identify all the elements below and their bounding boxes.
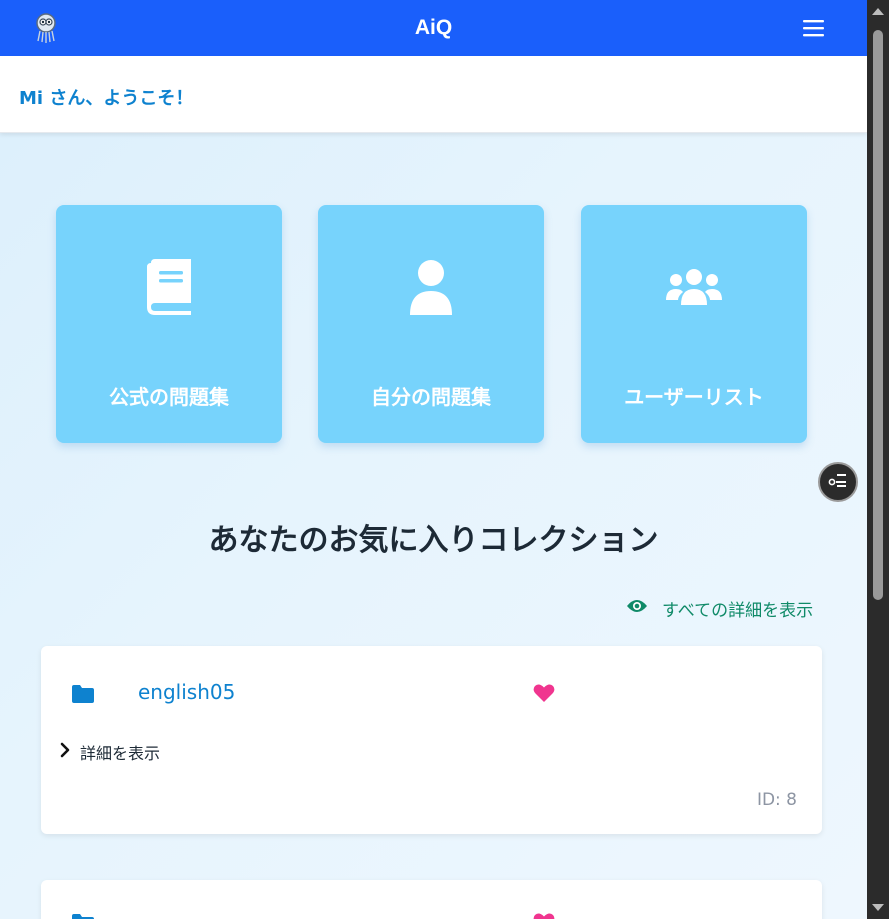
- toggle-list-icon: [828, 472, 848, 492]
- show-details-toggle[interactable]: 詳細を表示: [59, 740, 160, 764]
- heart-icon[interactable]: [533, 912, 555, 919]
- show-details-label: 詳細を表示: [80, 744, 161, 763]
- collection-title-link[interactable]: english05: [138, 680, 235, 704]
- floating-toggle-button[interactable]: [818, 462, 858, 502]
- tile-label: 自分の問題集: [371, 385, 491, 409]
- tile-label: ユーザーリスト: [624, 385, 764, 409]
- app-viewport: AiQ Mi さん、ようこそ！ 公式の問題集 自分の問題集 ユーザーリスト あな…: [0, 0, 867, 919]
- collection-id: ID: 8: [756, 790, 797, 810]
- eye-icon: [626, 598, 648, 618]
- hamburger-menu-icon[interactable]: [800, 16, 827, 40]
- app-title: AiQ: [414, 16, 453, 39]
- book-icon: [139, 257, 199, 317]
- official-question-sets-tile[interactable]: 公式の問題集: [56, 205, 282, 443]
- show-all-details-label: すべての詳細を表示: [662, 600, 814, 621]
- favorite-collection-card: [41, 880, 822, 919]
- heart-icon[interactable]: [533, 683, 555, 703]
- welcome-bar: Mi さん、ようこそ！: [0, 56, 867, 133]
- chevron-right-icon: [59, 742, 71, 762]
- vertical-scrollbar[interactable]: [867, 0, 889, 919]
- users-icon: [664, 257, 724, 317]
- scroll-up-arrow-icon[interactable]: [872, 8, 884, 15]
- my-question-sets-tile[interactable]: 自分の問題集: [318, 205, 544, 443]
- tile-label: 公式の問題集: [109, 385, 229, 409]
- folder-icon: [72, 914, 94, 919]
- favorite-collection-card: english05 詳細を表示 ID: 8: [41, 646, 822, 834]
- welcome-message: Mi さん、ようこそ！: [19, 88, 194, 109]
- scrollbar-thumb[interactable]: [873, 30, 883, 600]
- show-all-details-link[interactable]: すべての詳細を表示: [626, 596, 814, 621]
- owl-logo-icon[interactable]: [32, 12, 60, 44]
- favorites-section-title: あなたのお気に入りコレクション: [208, 523, 659, 558]
- user-list-tile[interactable]: ユーザーリスト: [581, 205, 807, 443]
- top-navbar: AiQ: [0, 0, 867, 56]
- scroll-down-arrow-icon[interactable]: [872, 904, 884, 911]
- folder-icon: [72, 685, 94, 703]
- user-icon: [401, 257, 461, 317]
